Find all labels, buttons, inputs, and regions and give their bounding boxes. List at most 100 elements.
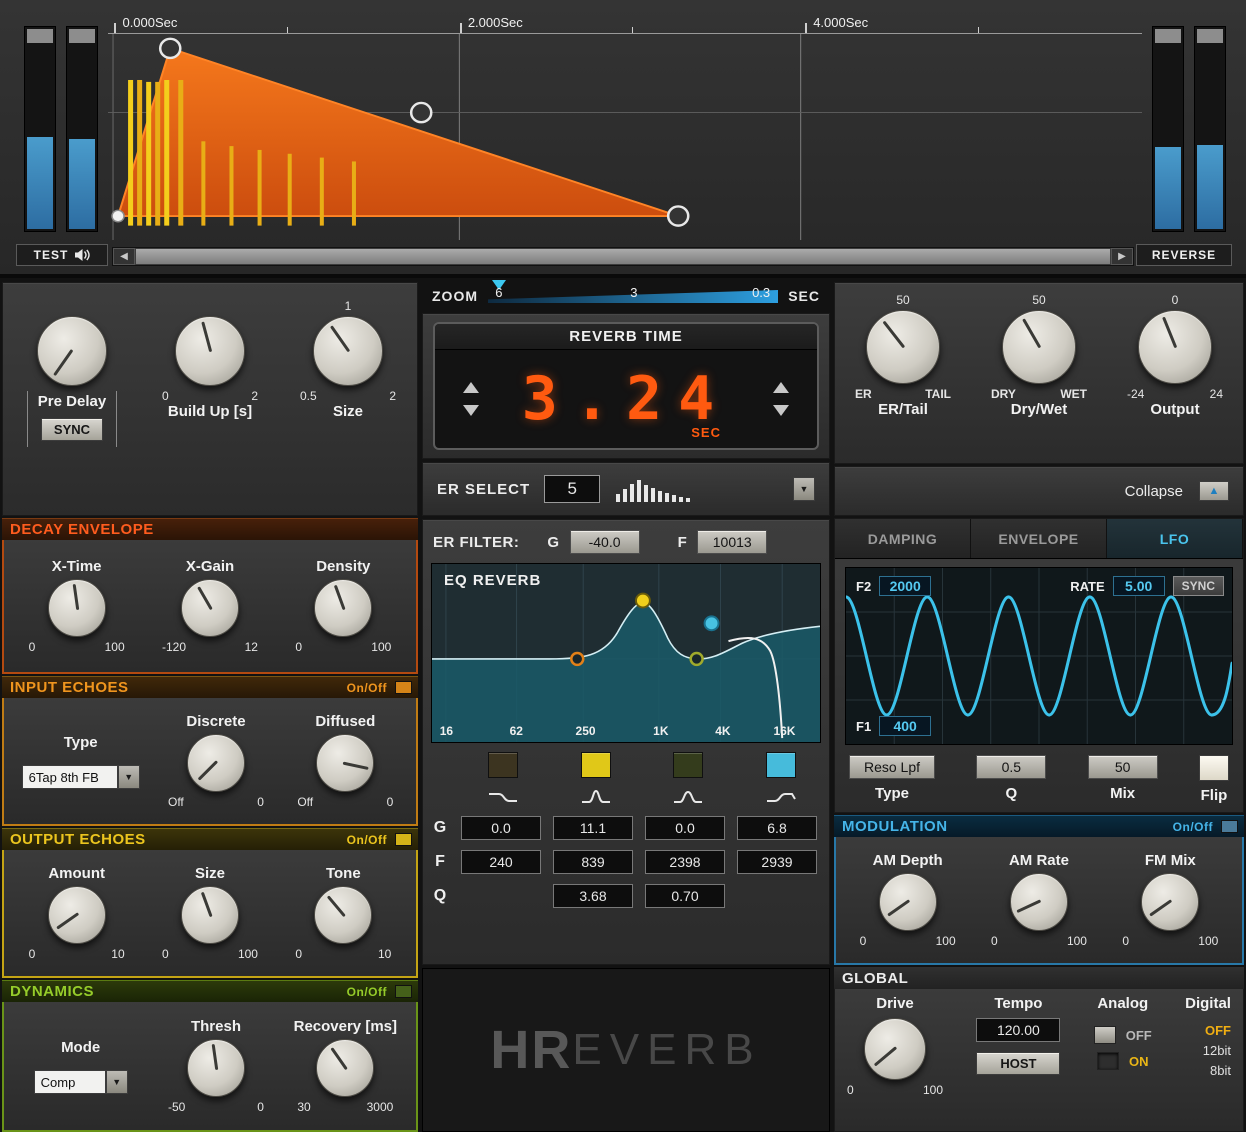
er-filter-freq-value[interactable]: 10013 [697,530,768,554]
dynamics-mode-dropdown-button[interactable]: ▼ [105,1069,128,1094]
input-echoes-onoff-toggle[interactable] [395,681,412,694]
diffused-knob[interactable] [316,734,375,792]
lfo-f1-value[interactable]: 400 [879,716,932,736]
digital-option-off[interactable]: OFF [1205,1023,1231,1038]
drywet-knob[interactable] [1002,310,1076,384]
discrete-knob[interactable] [186,734,245,792]
recovery-knob[interactable] [316,1039,375,1097]
er-select-value[interactable]: 5 [544,475,601,503]
band2-q[interactable]: 3.68 [553,884,633,908]
time-label-2: 2.000Sec [467,15,523,30]
envelope-graph[interactable] [108,34,1142,240]
band1-swatch[interactable] [488,752,519,778]
test-button[interactable]: TEST [16,244,108,266]
analog-switch-on-position[interactable] [1097,1052,1119,1070]
lfo-f2-value[interactable]: 2000 [879,576,932,596]
filter-flip-button[interactable] [1198,755,1229,781]
tab-damping[interactable]: DAMPING [835,519,971,558]
scroll-left-button[interactable]: ◀ [113,248,135,265]
zoom-unit: SEC [788,288,820,304]
reverse-label: REVERSE [1151,248,1217,262]
band3-freq[interactable]: 2398 [645,850,725,874]
digital-option-12bit[interactable]: 12bit [1203,1043,1231,1058]
drive-knob[interactable] [864,1018,926,1080]
amount-knob[interactable] [47,886,106,944]
filter-mix-value[interactable]: 50 [1087,755,1158,779]
collapse-button[interactable]: ▲ [1199,481,1229,501]
input-type-value[interactable]: 6Tap 8th FB [21,764,118,789]
band4-gain[interactable]: 6.8 [737,816,817,840]
er-filter-label: ER FILTER: [433,533,520,551]
band1-freq[interactable]: 240 [461,850,541,874]
am-rate-knob[interactable] [1009,873,1068,931]
zoom-slider[interactable]: 6 3 0.3 [488,280,779,305]
envelope-editor[interactable]: 0.000Sec 2.000Sec 4.000Sec [108,12,1142,240]
fm-mix-knob[interactable] [1141,873,1200,931]
band4-shelf-icon[interactable] [764,787,798,807]
host-button[interactable]: HOST [976,1052,1061,1075]
band3-bell-icon[interactable] [671,787,705,807]
filter-type-dropdown[interactable]: Reso Lpf [849,755,935,779]
tone-knob[interactable] [314,886,373,944]
band1-shelf-icon[interactable] [486,787,520,807]
dynamics-mode-value[interactable]: Comp [33,1069,106,1094]
density-knob[interactable] [314,579,373,637]
tab-lfo[interactable]: LFO [1107,519,1243,558]
band4-swatch[interactable] [765,752,796,778]
freq-label-1k: 1K [653,724,669,738]
input-type-dropdown-button[interactable]: ▼ [117,764,140,789]
xgain-knob[interactable] [180,579,239,637]
buildup-knob[interactable] [175,316,245,386]
modulation-onoff-toggle[interactable] [1221,820,1238,833]
xtime-knob[interactable] [47,579,106,637]
reverse-button[interactable]: REVERSE [1136,244,1232,266]
size-knob[interactable] [313,316,383,386]
band2-gain[interactable]: 11.1 [553,816,633,840]
band3-gain[interactable]: 0.0 [645,816,725,840]
predelay-sync-button[interactable]: SYNC [40,418,104,441]
am-depth-knob[interactable] [878,873,937,931]
er-filter-gain-value[interactable]: -40.0 [569,530,640,554]
modulation-onoff-label: On/Off [1172,819,1213,834]
scrollbar-thumb[interactable] [135,248,1111,265]
output-size-knob[interactable] [180,886,239,944]
band1-gain[interactable]: 0.0 [461,816,541,840]
dynamics-onoff-toggle[interactable] [395,985,412,998]
analog-switch-off-position[interactable] [1093,1026,1116,1044]
size-min: 0.5 [300,389,317,403]
filter-q-value[interactable]: 0.5 [976,755,1047,779]
reverb-time-stepper-left[interactable] [463,382,479,416]
band2-swatch[interactable] [580,752,611,778]
eq-graph[interactable]: EQ REVERB 16 62 250 1K 4K 16K [431,563,821,743]
reverb-time-down-icon[interactable] [773,405,789,416]
reverb-time-value[interactable]: 3.24 [522,364,731,434]
output-knob[interactable] [1138,310,1212,384]
collapse-label: Collapse [1124,482,1183,500]
reverb-time-up-icon[interactable] [773,382,789,393]
reverb-time-stepper-right[interactable] [773,382,789,416]
lfo-rate-value[interactable]: 5.00 [1112,576,1165,596]
tab-envelope[interactable]: ENVELOPE [971,519,1107,558]
scroll-right-button[interactable]: ▶ [1111,248,1133,265]
band3-q[interactable]: 0.70 [645,884,725,908]
reverb-time-down-icon[interactable] [463,405,479,416]
lfo-sync-button[interactable]: SYNC [1172,576,1224,596]
predelay-knob[interactable] [37,316,107,386]
band3-swatch[interactable] [673,752,704,778]
band2-bell-icon[interactable] [579,787,613,807]
lfo-filter-row: Reso Lpf Type 0.5 Q 50 Mix Flip [835,751,1243,812]
band4-freq[interactable]: 2939 [737,850,817,874]
zoom-tick-0-3: 0.3 [752,285,771,300]
dynamics-mode-dropdown[interactable]: Comp ▼ [33,1069,128,1094]
tempo-value[interactable]: 120.00 [976,1018,1061,1042]
ertail-knob[interactable] [866,310,940,384]
digital-option-8bit[interactable]: 8bit [1210,1063,1231,1078]
input-type-dropdown[interactable]: 6Tap 8th FB ▼ [21,764,140,789]
envelope-scrollbar[interactable]: ◀ ▶ [112,247,1134,266]
er-select-dropdown-button[interactable]: ▼ [793,477,815,501]
output-echoes-onoff-toggle[interactable] [395,833,412,846]
thresh-knob[interactable] [186,1039,245,1097]
eq-band4-point [703,615,720,632]
band2-freq[interactable]: 839 [553,850,633,874]
reverb-time-up-icon[interactable] [463,382,479,393]
